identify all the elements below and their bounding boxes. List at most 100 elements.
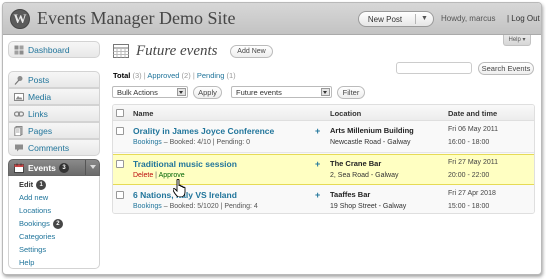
sidebar-item-links[interactable]: Links: [8, 105, 100, 122]
add-new-button[interactable]: Add New: [230, 45, 273, 58]
sidebar-item-label: Posts: [28, 75, 50, 85]
sidebar-item-label: Events: [28, 163, 56, 173]
edit-count-badge: 1: [36, 180, 47, 190]
submenu-item-bookings[interactable]: Bookings 2: [19, 219, 63, 230]
column-date-time[interactable]: Date and time: [448, 109, 497, 118]
event-time: 20:00 - 22:00: [448, 172, 490, 179]
select-all-checkbox[interactable]: [116, 109, 124, 117]
sidebar-item-events[interactable]: Events 3: [8, 159, 100, 176]
hand-cursor-icon: [173, 179, 186, 197]
logout-link[interactable]: | Log Out: [507, 14, 540, 23]
filter-pending-count: (1): [226, 71, 236, 80]
event-name-link[interactable]: Traditional music session: [133, 159, 237, 169]
pin-icon: [14, 76, 23, 85]
filter-pending[interactable]: Pending: [197, 71, 225, 80]
status-filters: Total (3) | Approved (2) | Pending (1): [113, 71, 236, 80]
sidebar-item-label: Dashboard: [28, 45, 70, 55]
event-time: 16:00 - 18:00: [448, 139, 490, 146]
search-input[interactable]: [396, 62, 472, 74]
location-address: Newcastle Road - Galway: [330, 139, 411, 146]
event-bookings-summary: Bookings – Booked: 4/10 | Pending: 0: [133, 139, 250, 146]
row-actions: Delete | Approve: [133, 172, 185, 179]
sidebar-item-label: Media: [28, 92, 52, 102]
admin-header: W Events Manager Demo Site New Post ▼ Ho…: [3, 3, 541, 35]
media-icon: [14, 93, 24, 101]
event-date: Fri 27 Apr 2018: [448, 190, 496, 197]
location-address: 2, Sea Road - Galway: [330, 172, 399, 179]
help-tab[interactable]: Help ▾: [503, 35, 531, 46]
sidebar-item-pages[interactable]: Pages: [8, 122, 100, 139]
event-name-link[interactable]: Orality in James Joyce Conference: [133, 126, 274, 136]
location-name: The Crane Bar: [330, 159, 382, 168]
bookings-link[interactable]: Bookings: [133, 203, 162, 210]
sidebar-item-comments[interactable]: Comments: [8, 139, 100, 156]
site-title[interactable]: Events Manager Demo Site: [37, 8, 235, 29]
row-checkbox[interactable]: [116, 160, 124, 168]
submenu-item-add-new[interactable]: Add new: [19, 193, 48, 202]
comments-icon: [15, 144, 23, 152]
submenu-item-edit[interactable]: Edit 1: [19, 180, 47, 191]
submenu-item-label: Bookings: [19, 219, 50, 228]
scope-select[interactable]: Future events: [231, 86, 332, 98]
filter-total[interactable]: Total: [113, 71, 130, 80]
location-name: Arts Millenium Building: [330, 126, 414, 135]
bookings-link[interactable]: Bookings: [133, 139, 162, 146]
links-icon: [14, 111, 24, 117]
bulk-actions-value: Bulk Actions: [117, 88, 158, 97]
sidebar-item-dashboard[interactable]: Dashboard: [8, 41, 100, 58]
submenu-item-settings[interactable]: Settings: [19, 245, 46, 254]
table-header: Name Location Date and time: [113, 105, 534, 121]
event-date: Fri 06 May 2011: [448, 126, 499, 133]
new-post-label: New Post: [367, 15, 403, 24]
sidebar-item-label: Comments: [28, 143, 70, 153]
chevron-down-icon[interactable]: [85, 160, 99, 175]
duplicate-event-icon[interactable]: +: [315, 190, 320, 200]
submenu-item-label: Edit: [19, 180, 34, 189]
filter-total-count: (3): [132, 71, 142, 80]
row-checkbox[interactable]: [116, 127, 124, 135]
approve-link[interactable]: Approve: [159, 172, 185, 179]
sidebar-item-label: Pages: [28, 126, 53, 136]
duplicate-event-icon[interactable]: +: [315, 159, 320, 169]
column-name[interactable]: Name: [133, 109, 153, 118]
sidebar-item-media[interactable]: Media: [8, 88, 100, 105]
events-count-badge: 3: [59, 163, 69, 173]
howdy-user[interactable]: Howdy, marcus: [441, 14, 496, 23]
chevron-down-icon[interactable]: ▼: [421, 15, 428, 22]
sidebar-item-label: Links: [28, 109, 48, 119]
table-row: Orality in James Joyce Conference Bookin…: [113, 122, 534, 153]
delete-link[interactable]: Delete: [133, 172, 153, 179]
bookings-count-badge: 2: [52, 219, 63, 229]
new-post-dropdown[interactable]: New Post ▼: [358, 11, 434, 27]
filter-separator: |: [192, 71, 195, 80]
filter-button[interactable]: Filter: [337, 86, 365, 99]
event-bookings-summary: Bookings – Booked: 5/1020 | Pending: 4: [133, 203, 258, 210]
apply-button[interactable]: Apply: [193, 86, 222, 99]
chevron-down-icon: [177, 88, 186, 96]
row-checkbox[interactable]: [116, 191, 124, 199]
location-address: 19 Shop Street - Galway: [330, 203, 407, 210]
wordpress-logo-icon: W: [10, 9, 30, 29]
sidebar-item-posts[interactable]: Posts: [8, 71, 100, 88]
events-submenu: Edit 1 Add new Locations Bookings 2 Catego…: [8, 176, 100, 269]
pages-icon: [14, 126, 23, 136]
page-title: Future events: [136, 43, 218, 59]
filter-approved[interactable]: Approved: [147, 71, 179, 80]
bookings-counts: – Booked: 5/1020 | Pending: 4: [161, 203, 258, 210]
filter-approved-count: (2): [181, 71, 191, 80]
chevron-down-icon: [321, 88, 330, 96]
search-events-button[interactable]: Search Events: [478, 62, 534, 75]
submenu-item-categories[interactable]: Categories: [19, 232, 55, 241]
bookings-counts: – Booked: 4/10 | Pending: 0: [161, 139, 251, 146]
scope-value: Future events: [236, 88, 282, 97]
submenu-item-locations[interactable]: Locations: [19, 206, 51, 215]
location-name: Taaffes Bar: [330, 190, 371, 199]
browser-frame: W Events Manager Demo Site New Post ▼ Ho…: [2, 2, 542, 275]
events-table: Name Location Date and time Orality in J…: [112, 104, 535, 214]
column-location[interactable]: Location: [330, 109, 361, 118]
bulk-actions-select[interactable]: Bulk Actions: [112, 86, 188, 98]
events-page-icon: [113, 44, 129, 58]
submenu-item-help[interactable]: Help: [19, 258, 34, 267]
duplicate-event-icon[interactable]: +: [315, 126, 320, 136]
new-post-divider: [415, 14, 416, 24]
